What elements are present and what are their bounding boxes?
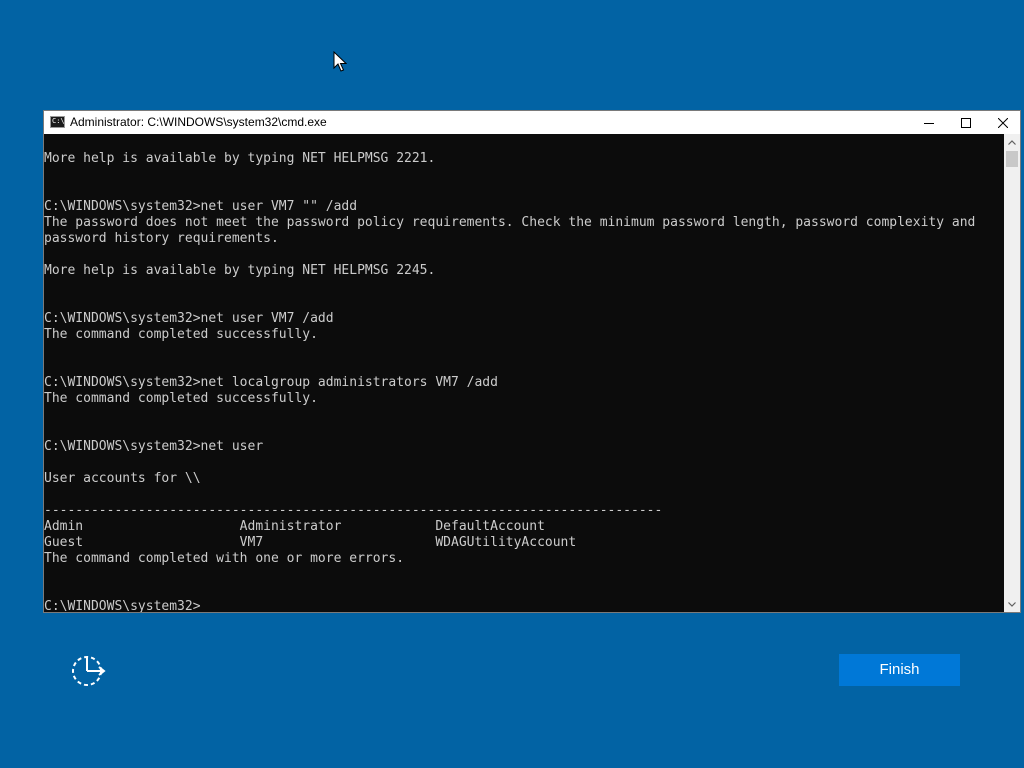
command-prompt-window[interactable]: C:\ Administrator: C:\WINDOWS\system32\c… bbox=[43, 110, 1021, 613]
console-lines: More help is available by typing NET HEL… bbox=[44, 151, 975, 612]
scrollbar-thumb[interactable] bbox=[1006, 151, 1018, 167]
close-button[interactable] bbox=[984, 111, 1021, 134]
scroll-down-button[interactable] bbox=[1004, 596, 1020, 612]
minimize-button[interactable] bbox=[910, 111, 947, 134]
console-line: The command completed with one or more e… bbox=[44, 551, 405, 566]
close-icon bbox=[997, 117, 1008, 128]
title-bar[interactable]: C:\ Administrator: C:\WINDOWS\system32\c… bbox=[44, 111, 1020, 134]
console-line: More help is available by typing NET HEL… bbox=[44, 151, 436, 166]
minimize-icon bbox=[923, 122, 934, 124]
cmd-icon-text: C:\ bbox=[52, 117, 65, 125]
chevron-up-icon bbox=[1008, 139, 1016, 145]
console-line: Guest VM7 WDAGUtilityAccount bbox=[44, 535, 577, 550]
console-output[interactable]: More help is available by typing NET HEL… bbox=[44, 134, 1004, 612]
scroll-up-button[interactable] bbox=[1004, 134, 1020, 150]
console-line: C:\WINDOWS\system32> bbox=[44, 599, 201, 612]
finish-button[interactable]: Finish bbox=[839, 654, 960, 686]
maximize-icon bbox=[960, 117, 971, 128]
window-title: Administrator: C:\WINDOWS\system32\cmd.e… bbox=[70, 115, 327, 129]
console-line: More help is available by typing NET HEL… bbox=[44, 263, 436, 278]
console-line: The command completed successfully. bbox=[44, 391, 318, 406]
console-line: password history requirements. bbox=[44, 231, 279, 246]
cmd-app-icon: C:\ bbox=[50, 116, 65, 128]
mouse-pointer-icon bbox=[333, 51, 347, 72]
console-line: The password does not meet the password … bbox=[44, 215, 976, 230]
console-line: C:\WINDOWS\system32>net user VM7 /add bbox=[44, 311, 334, 326]
console-line: C:\WINDOWS\system32>net localgroup admin… bbox=[44, 375, 498, 390]
vertical-scrollbar[interactable] bbox=[1004, 134, 1020, 612]
console-line: C:\WINDOWS\system32>net user bbox=[44, 439, 264, 454]
maximize-button[interactable] bbox=[947, 111, 984, 134]
console-line: User accounts for \\ bbox=[44, 471, 201, 486]
console-line: ----------------------------------------… bbox=[44, 503, 663, 518]
ease-of-access-icon[interactable] bbox=[68, 654, 108, 688]
console-line: C:\WINDOWS\system32>net user VM7 "" /add bbox=[44, 199, 358, 214]
chevron-down-icon bbox=[1008, 601, 1016, 607]
console-line: The command completed successfully. bbox=[44, 327, 318, 342]
console-line: Admin Administrator DefaultAccount bbox=[44, 519, 545, 534]
